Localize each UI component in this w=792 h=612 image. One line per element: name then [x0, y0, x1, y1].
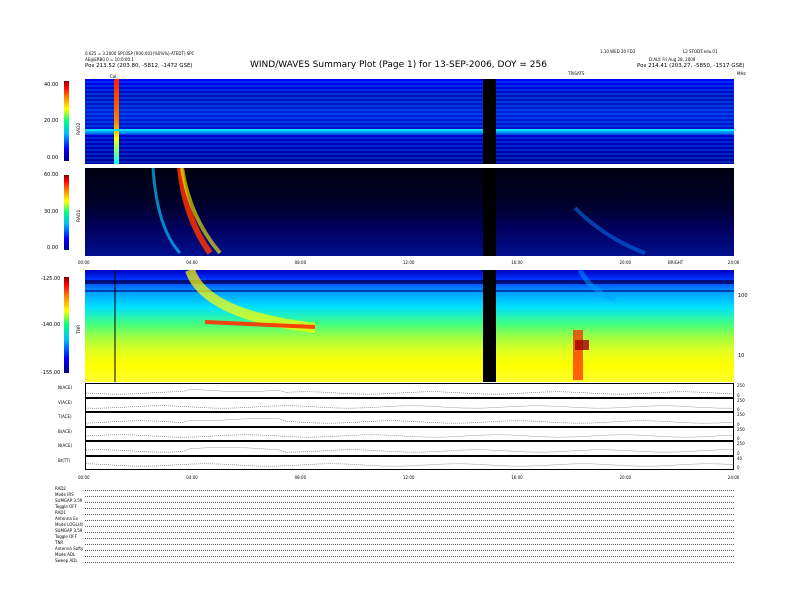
line-plot-right-tick: 250: [737, 383, 745, 388]
line-plot-panel: [85, 426, 735, 441]
footer-dotted-line: [85, 532, 734, 533]
time-tick: 20:00: [619, 475, 632, 480]
footer-dotted-line: [85, 550, 734, 551]
footer-dotted-line: [85, 490, 734, 491]
footer-line: Toggle OFF: [55, 504, 77, 509]
footer-dotted-line: [85, 502, 734, 503]
rad1-data-gap: [483, 168, 496, 256]
time-tick: 24:00: [727, 475, 740, 480]
line-plot-panel: [85, 412, 735, 427]
tnr-tick-mid: -140.00: [41, 322, 61, 328]
footer-dotted-line: [85, 514, 734, 515]
footer-dotted-line: [85, 556, 734, 557]
footer-dotted-line: [85, 562, 734, 563]
footer-line: TNR: [55, 540, 64, 545]
header-date: D:ALY: Fri Aug 28, 2009: [649, 57, 696, 62]
line-plot-label: B(ACE): [58, 428, 72, 434]
line-plot-panel: [85, 383, 735, 398]
mhz-label: MHz: [737, 71, 746, 76]
rad1-label: RAD1: [77, 209, 82, 222]
time-tick: 04:00: [186, 260, 198, 265]
line-plot-label: N(ACE): [58, 385, 73, 390]
line-plot-panel: [85, 441, 734, 456]
time-tick: 04:00: [186, 475, 198, 480]
rad1-unit: BRIGHT: [668, 260, 684, 265]
time-tick: 08:00: [294, 260, 307, 265]
footer-dotted-line: [85, 496, 734, 497]
rad2-spectrogram: [85, 79, 734, 164]
time-tick: 08:00: [294, 475, 307, 480]
line-plot-panel: [85, 455, 735, 470]
line-plot-right-tick: 250: [737, 441, 745, 446]
time-tick: 24:00: [727, 260, 740, 265]
line-plot-label: T(ACE): [58, 414, 72, 419]
rad1-tick-top: 60.00: [44, 172, 59, 178]
header-info-1: 0.625 = 3.2000 SPC0SP [R00:001(%0%%)-ATE…: [85, 51, 195, 56]
header-info-right-1: 1.10 WED 20 FD3: [600, 49, 636, 54]
header-position-right: Pos 214.41 (203.27, -5850, -1517 GSE): [637, 63, 745, 69]
line-plot-label: V(ACE): [58, 399, 72, 405]
tnr-label: TNR: [77, 324, 82, 334]
time-tick: 16:00: [511, 475, 523, 480]
line-plot-label: N(ACE): [58, 443, 73, 448]
footer-line: Antenna Ex: [55, 516, 78, 521]
freq-unit-label: TRISATS: [568, 71, 585, 76]
rad1-tick-mid: 30.00: [44, 209, 59, 215]
line-plot-right-tick: 40: [737, 455, 743, 461]
footer-line: Mode LOGL(4): [55, 522, 84, 527]
footer-line: Sweep ADL: [55, 558, 78, 563]
footer-dotted-line: [85, 526, 734, 527]
rad2-tick-top: 40.00: [44, 82, 59, 88]
footer-line: SUMGAP 3.59: [55, 528, 83, 533]
rad1-tick-bottom: 0.00: [47, 245, 59, 251]
footer-line: RAD1: [55, 510, 66, 515]
header-info-right-1b: L2 STODT:edu.01: [683, 49, 718, 54]
line-plot-right-tick: 0: [737, 465, 740, 470]
footer-dotted-line: [85, 538, 734, 539]
line-plot-right-tick: 250: [737, 426, 745, 432]
page-title: WIND/WAVES Summary Plot (Page 1) for 13-…: [250, 60, 547, 70]
rad1-colorbar: [64, 175, 69, 250]
footer-line: RAD2: [55, 486, 66, 491]
time-tick: 20:00: [619, 260, 632, 265]
time-tick: 12:00: [402, 260, 415, 265]
rad2-band: [85, 129, 734, 131]
tnr-tick-bottom: -155.00: [41, 370, 61, 376]
time-tick: 00:00: [78, 475, 90, 480]
line-plot-trace: [85, 463, 735, 467]
tnr-right-tick-100: 100: [738, 293, 748, 299]
footer-line: Mode ADL: [55, 552, 76, 557]
tnr-spectrogram: [85, 270, 734, 382]
rad2-data-gap: [483, 79, 496, 164]
line-plot-right-tick: 250: [737, 412, 745, 417]
footer-line: Toggle OFF: [55, 534, 77, 539]
footer-dotted-line: [85, 544, 734, 545]
footer-line: SUMGAP 3.59: [55, 498, 83, 503]
rad1-burst-overlay: [151, 168, 646, 255]
footer-line: Antenna Softy: [55, 546, 84, 551]
time-tick: 16:00: [511, 260, 523, 265]
rad2-tick-bottom: 0.00: [47, 155, 59, 161]
time-tick: 12:00: [402, 475, 415, 480]
tnr-tick-top: -125.00: [41, 276, 61, 282]
rad2-colorbar: [64, 81, 69, 161]
footer-dotted-line: [85, 520, 734, 521]
rad2-tick-mid: 20.00: [44, 118, 59, 124]
tnr-colorbar: [64, 277, 69, 373]
tnr-feature-overlay: [85, 270, 734, 382]
tnr-data-gap: [483, 270, 496, 382]
footer-dotted-line: [85, 508, 734, 509]
time-tick: 00:00: [78, 260, 90, 265]
rad1-spectrogram: [85, 168, 734, 256]
header-position-left: Pos 213.52 (203.80, -5812, -1472 GSE): [85, 63, 193, 69]
header-info-2: AE@ERB0 0 = 10:0:00:1: [85, 57, 134, 62]
tnr-right-tick-10: 10: [738, 353, 745, 359]
line-plot-right-tick: 250: [737, 397, 745, 403]
line-plot-label: Bt(TT): [58, 457, 71, 463]
rad2-cal-stripe: [114, 79, 119, 164]
line-plot-panel: [85, 397, 735, 412]
rad2-label: RAD2: [77, 122, 82, 135]
footer-line: Mode IRS: [55, 492, 74, 497]
